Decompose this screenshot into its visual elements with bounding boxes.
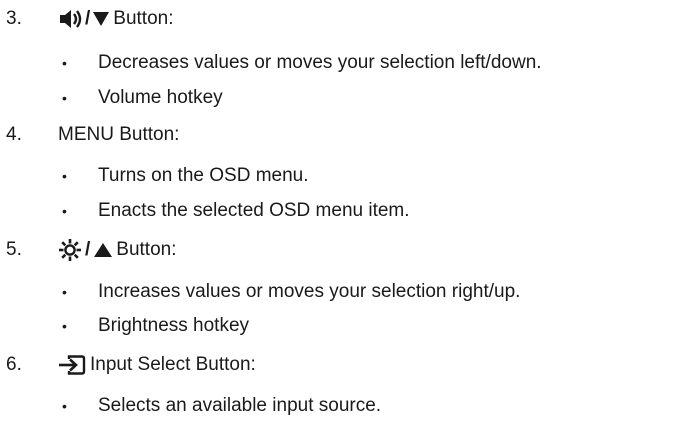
item-heading: MENU Button:	[58, 123, 179, 147]
bullet-text: Brightness hotkey	[98, 315, 250, 336]
volume-icon	[60, 10, 82, 28]
item-heading: / Button:	[58, 7, 174, 31]
item-title: Button:	[116, 239, 177, 260]
bullet-mark: •	[62, 55, 67, 71]
item-title: Input Select Button:	[90, 354, 256, 375]
item-icons	[58, 354, 86, 376]
item-icons: /	[58, 7, 110, 31]
brightness-icon	[59, 239, 81, 261]
bullet-text: Volume hotkey	[98, 87, 223, 108]
bullet-mark: •	[62, 398, 67, 414]
triangle-up-icon	[94, 243, 113, 257]
bullet-mark: •	[62, 284, 67, 300]
item-icons: /	[58, 238, 113, 262]
bullet-text: Increases values or moves your selection…	[98, 281, 521, 302]
item-title: MENU Button:	[58, 124, 180, 145]
bullet-text: Enacts the selected OSD menu item.	[98, 200, 410, 221]
bullet-text: Turns on the OSD menu.	[98, 165, 309, 186]
slash-separator: /	[85, 239, 91, 260]
item-number: 4.	[6, 124, 22, 145]
triangle-down-icon	[93, 12, 110, 26]
item-number: 5.	[6, 239, 22, 260]
input-select-icon	[59, 355, 86, 375]
bullet-mark: •	[62, 90, 67, 106]
item-title: Button:	[113, 8, 174, 29]
item-heading: / Button:	[58, 238, 177, 262]
slash-separator: /	[85, 8, 91, 29]
bullet-text: Decreases values or moves your selection…	[98, 52, 542, 73]
bullet-text: Selects an available input source.	[98, 395, 382, 416]
item-number: 6.	[6, 354, 22, 375]
bullet-mark: •	[62, 318, 67, 334]
bullet-mark: •	[62, 168, 67, 184]
item-number: 3.	[6, 8, 22, 29]
item-heading: Input Select Button:	[58, 353, 256, 377]
bullet-mark: •	[62, 203, 67, 219]
